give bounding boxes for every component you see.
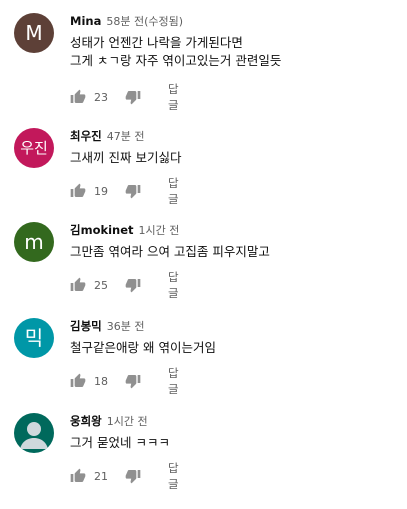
comment-item: m 김mokinet 1시간 전 그만좀 엮여라 으여 고집좀 피우지말고 25… xyxy=(0,222,407,318)
comment-text: 그만좀 엮여라 으여 고집좀 피우지말고 xyxy=(70,243,400,261)
comment-line: 성태가 언젠간 나락을 가게된다면 xyxy=(70,35,243,50)
comment-item: M Mina 58분 전(수정됨) 성태가 언젠간 나락을 가게된다면 그게 ㅊ… xyxy=(0,13,407,112)
comment-text: 철구같은애랑 왜 엮이는거임 xyxy=(70,339,400,357)
reply-button[interactable]: 답글 xyxy=(168,82,179,112)
avatar-initial: 우진 xyxy=(20,138,48,157)
thumbs-down-icon xyxy=(125,375,141,389)
author-name[interactable]: 웅희왕 xyxy=(70,413,102,429)
author-name[interactable]: 김mokinet xyxy=(70,222,134,238)
like-button[interactable]: 23 xyxy=(70,87,108,107)
comment-header: 웅희왕 1시간 전 xyxy=(70,413,148,429)
reply-button[interactable]: 답글 xyxy=(168,461,179,491)
like-count: 18 xyxy=(94,374,108,388)
comment-time[interactable]: 36분 전 xyxy=(107,318,145,334)
dislike-button[interactable] xyxy=(125,466,141,486)
reply-button[interactable]: 답글 xyxy=(168,176,179,206)
like-count: 23 xyxy=(94,90,108,104)
thumbs-down-icon xyxy=(125,91,141,105)
comment-header: 김mokinet 1시간 전 xyxy=(70,222,179,238)
comment-item: 우진 최우진 47분 전 그새끼 진짜 보기싫다 19 답글 xyxy=(0,128,407,224)
author-name[interactable]: 최우진 xyxy=(70,128,102,144)
reply-button[interactable]: 답글 xyxy=(168,366,179,396)
dislike-button[interactable] xyxy=(125,87,141,107)
thumbs-up-icon xyxy=(70,468,86,482)
avatar-initial: 믹 xyxy=(24,326,44,350)
like-count: 25 xyxy=(94,278,108,292)
comment-line: 그게 ㅊㄱ랑 자주 엮이고있는거 관련일듯 xyxy=(70,53,282,68)
like-count: 21 xyxy=(94,469,108,483)
thumbs-down-icon xyxy=(125,279,141,293)
comment-time[interactable]: 1시간 전 xyxy=(107,413,148,429)
thumbs-up-icon xyxy=(70,373,86,387)
comment-text: 성태가 언젠간 나락을 가게된다면 그게 ㅊㄱ랑 자주 엮이고있는거 관련일듯 xyxy=(70,34,400,70)
dislike-button[interactable] xyxy=(125,275,141,295)
comment-line: 그만좀 엮여라 으여 고집좀 피우지말고 xyxy=(70,244,270,259)
thumbs-up-icon xyxy=(70,89,86,103)
thumbs-down-icon xyxy=(125,185,141,199)
comment-text: 그거 묻었네 ㅋㅋㅋ xyxy=(70,434,400,452)
comment-item: 웅희왕 1시간 전 그거 묻었네 ㅋㅋㅋ 21 답글 xyxy=(0,413,407,509)
comment-line: 철구같은애랑 왜 엮이는거임 xyxy=(70,340,216,355)
dislike-button[interactable] xyxy=(125,181,141,201)
comment-text: 그새끼 진짜 보기싫다 xyxy=(70,149,400,167)
default-user-icon xyxy=(20,422,48,449)
like-count: 19 xyxy=(94,184,108,198)
avatar[interactable]: M xyxy=(14,13,54,53)
comment-time[interactable]: 58분 전(수정됨) xyxy=(106,13,183,29)
like-button[interactable]: 25 xyxy=(70,275,108,295)
avatar-initial: m xyxy=(24,230,44,254)
avatar-initial: M xyxy=(25,21,43,45)
thumbs-up-icon xyxy=(70,183,86,197)
comment-line: 그거 묻었네 ㅋㅋㅋ xyxy=(70,435,170,450)
author-name[interactable]: Mina xyxy=(70,14,101,28)
like-button[interactable]: 21 xyxy=(70,466,108,486)
comment-item: 믹 김봉믹 36분 전 철구같은애랑 왜 엮이는거임 18 답글 xyxy=(0,318,407,414)
comment-time[interactable]: 1시간 전 xyxy=(139,222,180,238)
comment-time[interactable]: 47분 전 xyxy=(107,128,145,144)
avatar[interactable]: 믹 xyxy=(14,318,54,358)
reply-button[interactable]: 답글 xyxy=(168,270,179,300)
comment-line: 그새끼 진짜 보기싫다 xyxy=(70,150,182,165)
thumbs-down-icon xyxy=(125,470,141,484)
avatar[interactable] xyxy=(14,413,54,453)
avatar[interactable]: m xyxy=(14,222,54,262)
avatar[interactable]: 우진 xyxy=(14,128,54,168)
thumbs-up-icon xyxy=(70,277,86,291)
author-name[interactable]: 김봉믹 xyxy=(70,318,102,334)
dislike-button[interactable] xyxy=(125,371,141,391)
comment-header: 최우진 47분 전 xyxy=(70,128,144,144)
like-button[interactable]: 18 xyxy=(70,371,108,391)
comment-header: Mina 58분 전(수정됨) xyxy=(70,13,183,29)
like-button[interactable]: 19 xyxy=(70,181,108,201)
comment-header: 김봉믹 36분 전 xyxy=(70,318,144,334)
